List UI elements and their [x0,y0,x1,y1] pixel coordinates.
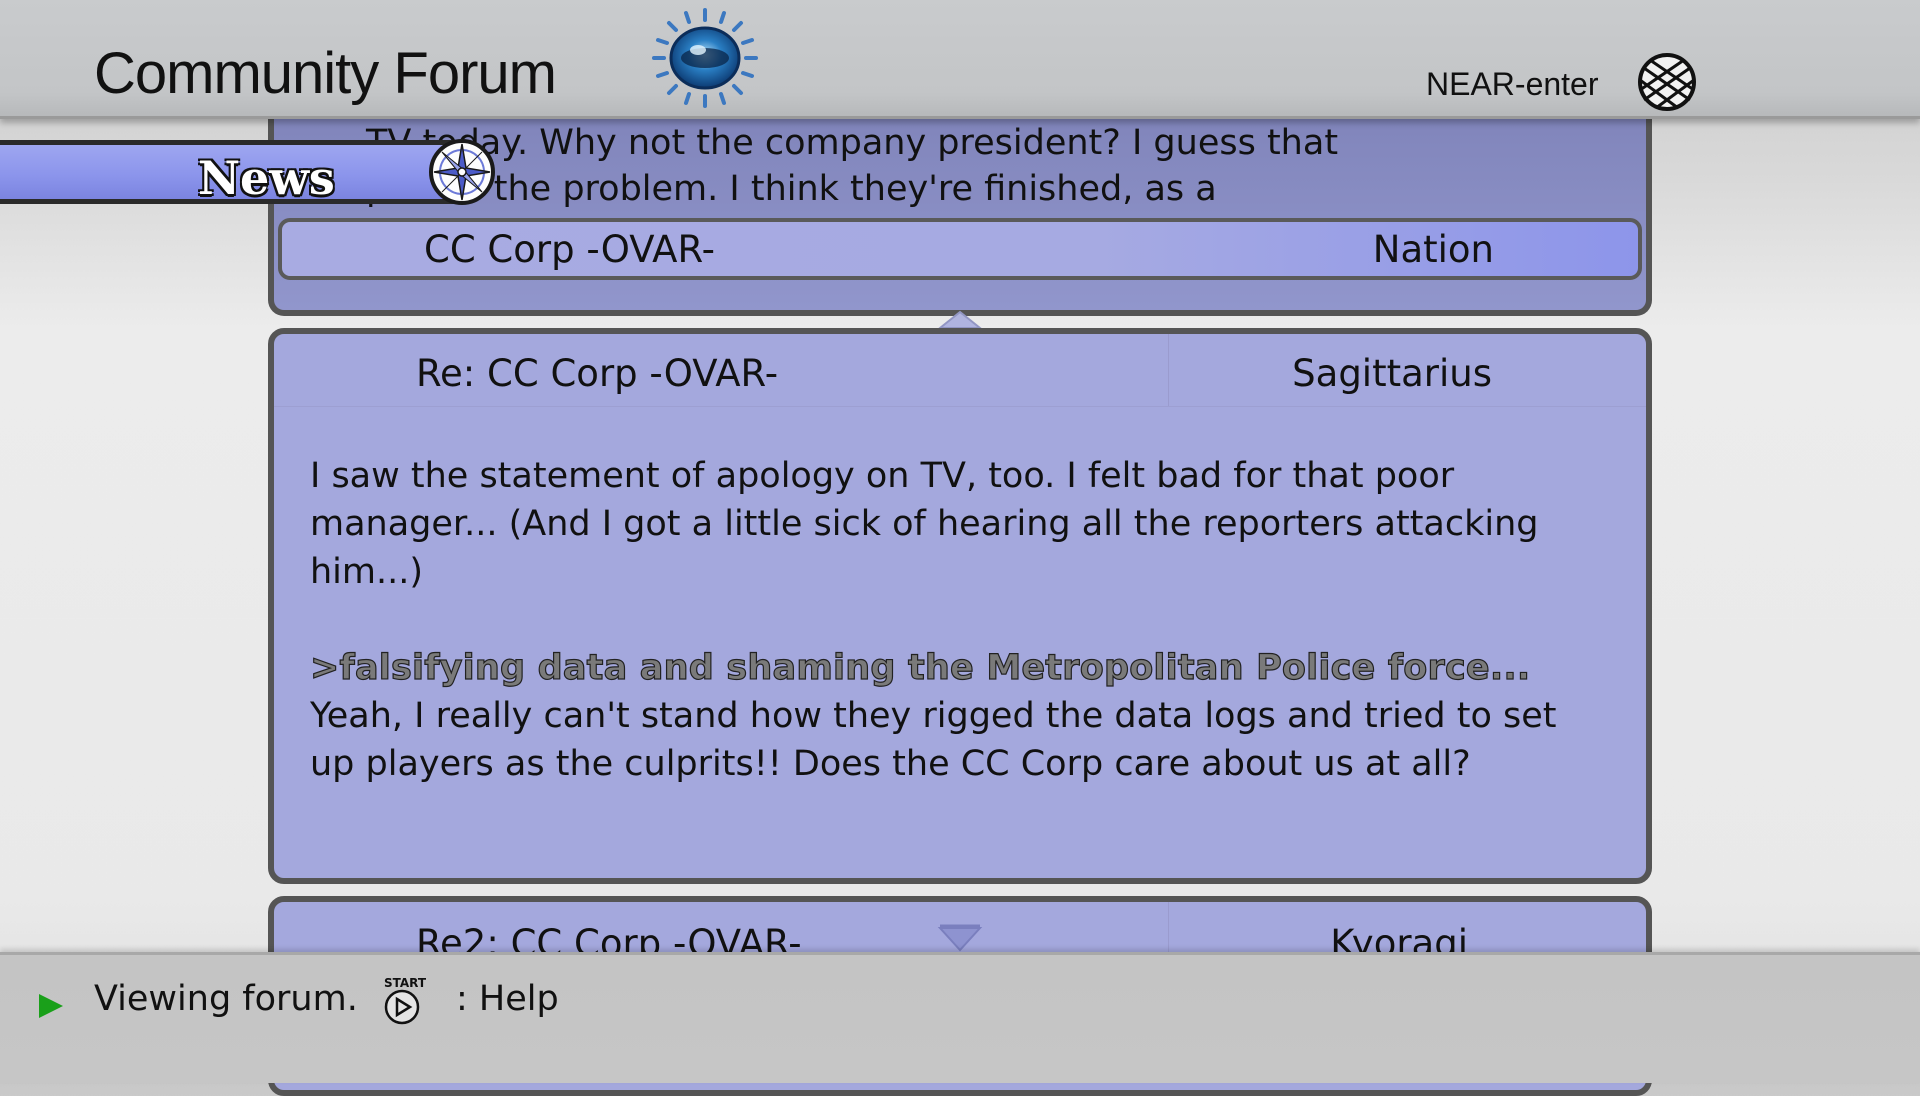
post-header-bar[interactable]: CC Corp -OVAR- Nation [278,218,1642,280]
compass-icon [429,139,495,205]
post-body-partial: TV today. Why not the company president?… [366,123,1339,209]
post-author: Sagittarius [1292,352,1492,395]
post-author: Nation [1372,228,1494,271]
play-arrow-icon [39,994,63,1018]
category-tab-news[interactable]: News [0,140,460,205]
status-text: Viewing forum. [94,979,358,1019]
scroll-down-arrow-icon[interactable] [936,924,984,954]
eye-globe-logo-icon [652,8,758,108]
header-divider [1168,334,1169,406]
forum-post-selected[interactable]: Re: CC Corp -OVAR- Sagittarius I saw the… [268,328,1652,884]
category-label: News [198,151,335,205]
top-bar: Community Forum NEAR-enter [0,0,1920,119]
start-button-label: START [384,976,427,990]
scroll-up-arrow-icon[interactable] [936,308,984,330]
page-title: Community Forum [94,41,557,106]
post-paragraph: Yeah, I really can't stand how they rigg… [310,696,1557,784]
start-button-icon: START [384,976,427,1025]
quoted-text: >falsifying data and shaming the Metropo… [309,647,1531,688]
globe-icon [1638,53,1696,111]
connection-status-label: NEAR-enter [1426,66,1599,102]
status-bar: Viewing forum. START : Help [0,952,1920,1083]
post-title: CC Corp -OVAR- [424,228,716,271]
help-label: : Help [456,979,559,1019]
post-title: Re: CC Corp -OVAR- [416,352,779,395]
post-paragraph: I saw the statement of apology on TV, to… [310,456,1539,592]
post-header: Re: CC Corp -OVAR- Sagittarius [274,334,1646,407]
post-body: I saw the statement of apology on TV, to… [309,452,1560,788]
